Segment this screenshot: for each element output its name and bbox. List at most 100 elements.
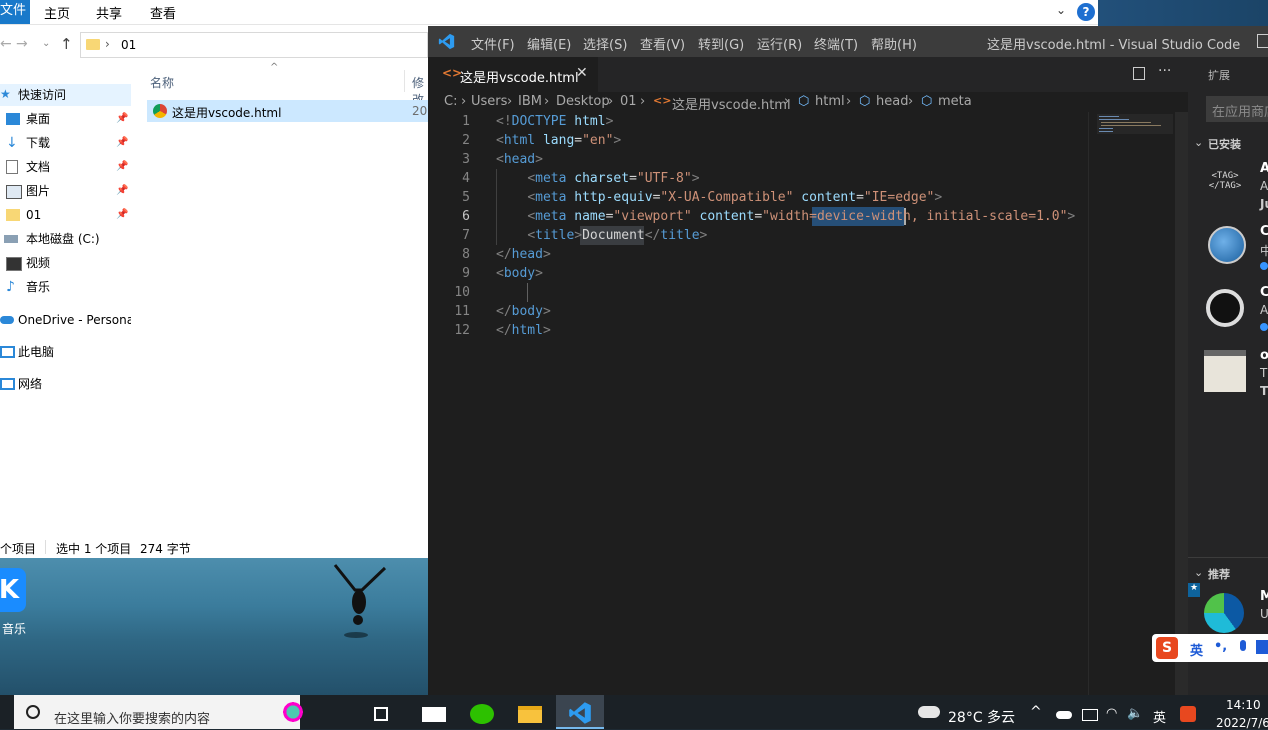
breadcrumb-item[interactable]: meta [938,94,972,109]
close-tab-icon[interactable]: ✕ [576,65,588,81]
address-bar[interactable]: › 01 [80,32,428,58]
column-header-name[interactable]: 名称 [150,74,174,91]
vscode-taskbar-icon[interactable] [556,695,604,729]
sogou-tray-icon[interactable] [1180,706,1196,722]
back-arrow-icon[interactable]: ← [0,36,12,52]
cloud-icon [0,316,14,324]
battery-icon[interactable] [1082,709,1098,721]
extension-name: A [1260,161,1268,176]
file-row[interactable]: 这是用vscode.html 20 [147,100,428,122]
menu-file[interactable]: 文件(F) [471,34,515,53]
menu-terminal[interactable]: 终端(T) [814,34,858,53]
microphone-icon[interactable] [1240,640,1246,651]
extension-item[interactable]: <TAG></TAG> A A Ju [1188,157,1268,215]
more-actions-icon[interactable]: ··· [1158,63,1171,79]
desktop-icon-music[interactable]: K 音乐 [0,566,30,636]
clock-time[interactable]: 14:10 [1226,698,1261,712]
nav-item-folder-01[interactable]: 01 📌 [0,204,131,226]
ime-more-icon[interactable] [1256,640,1268,654]
nav-item-this-pc[interactable]: 此电脑 [0,341,131,363]
breadcrumb-item[interactable]: Desktop [556,94,610,109]
weather-text[interactable]: 28°C 多云 [948,707,1015,727]
nav-item-onedrive[interactable]: OneDrive - Persona [0,309,131,331]
symbol-icon: ⬡ [798,94,810,109]
wifi-icon[interactable]: ◠ [1106,706,1117,721]
layout-toggle-icon[interactable] [1257,34,1268,48]
input-language[interactable]: 英 [1153,707,1166,726]
mail-icon[interactable] [413,699,453,729]
ime-language[interactable]: 英 [1190,640,1203,659]
nav-item-pictures[interactable]: 图片 📌 [0,180,131,202]
star-badge-icon: ★ [1188,583,1200,597]
computer-icon [0,346,15,358]
nav-item-quick-access[interactable]: ★ 快速访问 [0,84,131,106]
up-arrow-icon[interactable]: ↑ [60,35,73,53]
ime-punctuation[interactable]: •, [1214,639,1227,654]
chevron-down-icon[interactable]: ⌄ [1194,566,1203,579]
file-date: 20 [412,104,428,118]
path-crumb[interactable]: 01 [121,38,136,52]
editor-tab-active[interactable]: <> 这是用vscode.html ✕ [428,57,598,92]
nav-item-documents[interactable]: 文档 📌 [0,156,131,178]
menu-go[interactable]: 转到(G) [698,34,744,53]
extension-search-input[interactable]: 在应用商店 [1206,96,1268,122]
breadcrumb-item[interactable]: head [876,94,908,109]
onedrive-icon[interactable] [1056,711,1072,719]
section-divider [1188,557,1268,558]
code-editor[interactable]: 1 <!DOCTYPE html> 2 <html lang="en"> 3 <… [428,112,1088,695]
recommended-section-header[interactable]: 推荐 [1208,566,1230,582]
menu-run[interactable]: 运行(R) [757,34,802,53]
breadcrumb-item[interactable]: 01 [620,94,637,109]
line-number: 2 [462,133,470,148]
chrome-html-icon [153,104,167,118]
breadcrumb-item[interactable]: 这是用vscode.html [672,94,791,113]
forward-arrow-icon[interactable]: → [16,36,28,52]
chevron-down-icon[interactable]: ⌄ [1194,136,1203,149]
minimap[interactable] [1088,112,1189,695]
installed-section-header[interactable]: 已安装 [1208,136,1241,152]
extension-item[interactable]: o T T [1188,346,1268,404]
task-view-icon[interactable] [362,699,402,729]
breadcrumb-item[interactable]: Users [471,94,507,109]
nav-item-music[interactable]: ♪ 音乐 [0,276,131,298]
code-line: <body> [496,266,543,281]
weather-cloud-icon[interactable] [918,706,940,718]
minimap-line [1099,128,1113,129]
extension-item[interactable]: C 中 [1188,220,1268,278]
nav-item-downloads[interactable]: ↓ 下载 📌 [0,132,131,154]
clock-date[interactable]: 2022/7/6 [1216,716,1268,730]
nav-item-label: 下载 [26,136,51,150]
nav-item-label: 01 [26,208,42,222]
ime-toolbar[interactable]: S 英 •, [1152,634,1268,662]
breadcrumb-item[interactable]: C: [444,94,457,109]
recent-locations-icon[interactable]: ⌄ [42,38,50,49]
line-number: 3 [462,152,470,167]
code-line: <!DOCTYPE html> [496,114,614,129]
ribbon-tab-share[interactable]: 共享 [96,3,122,22]
taskbar-search-box[interactable]: 在这里输入你要搜索的内容 [14,695,304,729]
menu-view[interactable]: 查看(V) [640,34,685,53]
menu-help[interactable]: 帮助(H) [871,34,917,53]
nav-item-desktop[interactable]: 桌面 📌 [0,108,131,130]
breadcrumb-item[interactable]: IBM [518,94,542,109]
nav-item-local-disk[interactable]: 本地磁盘 (C:) [0,228,131,250]
scrollbar-track[interactable] [1175,112,1189,695]
ribbon-tab-file[interactable]: 文件 [0,0,30,24]
ribbon-expand-icon[interactable]: ⌄ [1056,3,1066,17]
show-hidden-icons[interactable]: ^ [1030,704,1042,720]
file-explorer-icon[interactable] [510,699,550,729]
wechat-icon[interactable] [462,699,502,729]
nav-item-network[interactable]: 网络 [0,373,131,395]
volume-icon[interactable]: 🔈 [1127,706,1143,721]
ribbon-tab-home[interactable]: 主页 [44,3,70,22]
nav-item-videos[interactable]: 视频 [0,252,131,274]
breadcrumb-item[interactable]: html [815,94,845,109]
split-editor-icon[interactable] [1133,67,1145,80]
help-icon[interactable]: ? [1077,3,1095,21]
menu-edit[interactable]: 编辑(E) [527,34,571,53]
vscode-titlebar: 文件(F) 编辑(E) 选择(S) 查看(V) 转到(G) 运行(R) 终端(T… [428,26,1268,57]
ribbon-tab-view[interactable]: 查看 [150,3,176,22]
magnifier-extension-icon [1206,289,1244,327]
menu-selection[interactable]: 选择(S) [583,34,627,53]
extension-item[interactable]: C A [1188,283,1268,341]
